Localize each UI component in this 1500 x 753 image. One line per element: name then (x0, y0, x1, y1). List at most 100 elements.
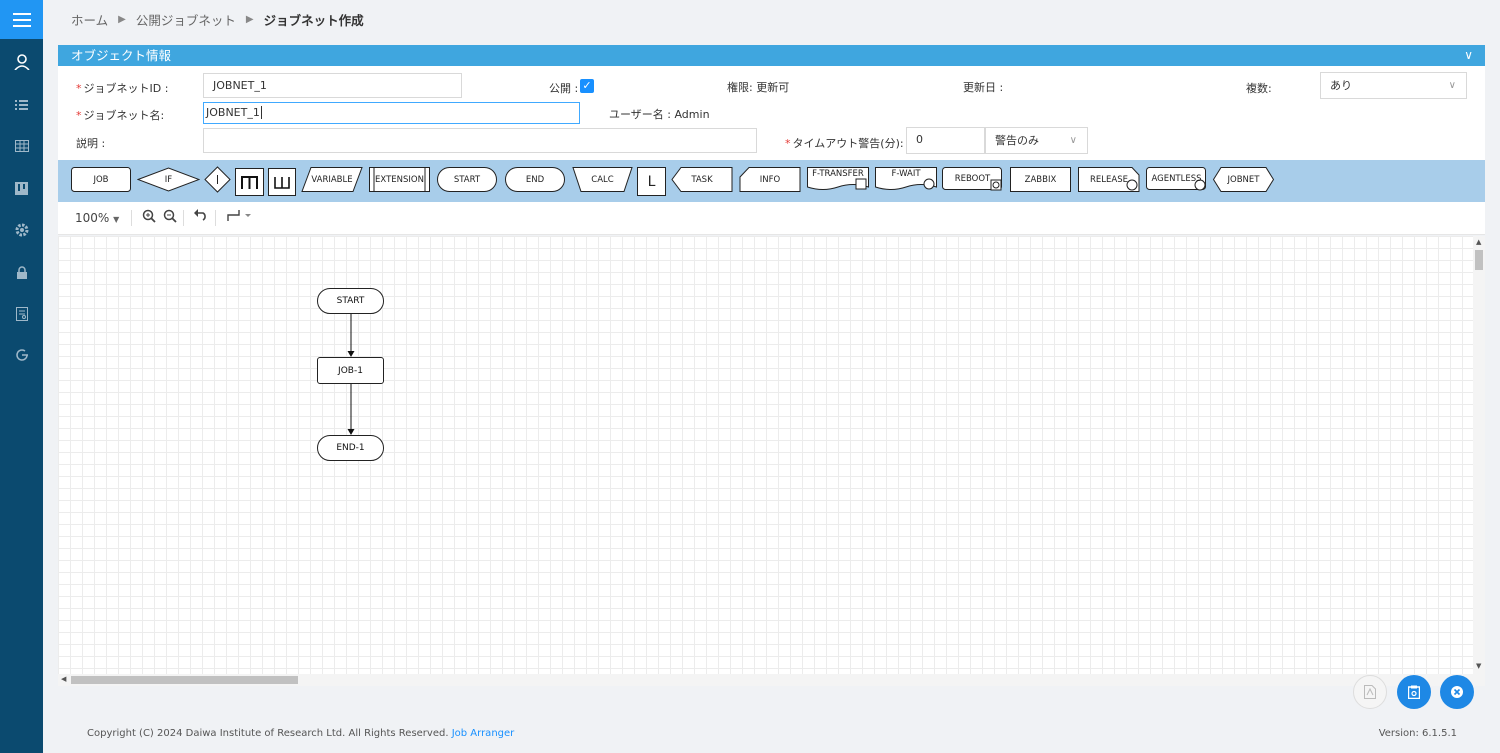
zoom-value: 100% (75, 211, 110, 225)
breadcrumb-home[interactable]: ホーム (71, 10, 108, 29)
save-button[interactable] (1397, 675, 1431, 709)
multiple-label: 複数: (1246, 82, 1272, 95)
tool-variable-label: VARIABLE (311, 174, 353, 185)
tool-reboot[interactable]: REBOOT (942, 167, 1003, 192)
scroll-left-icon[interactable]: ◀ (61, 675, 66, 683)
tool-jobnet[interactable]: JOBNET (1213, 167, 1274, 192)
list-icon[interactable] (0, 93, 43, 117)
table-icon[interactable] (0, 134, 43, 158)
report-icon[interactable] (0, 302, 43, 326)
breadcrumb-public-jobnet[interactable]: 公開ジョブネット (136, 10, 236, 29)
tool-loop[interactable] (204, 166, 231, 193)
tool-f-wait-label: F-WAIT (891, 169, 921, 179)
logout-icon[interactable] (0, 343, 43, 367)
menu-toggle-button[interactable] (0, 0, 43, 39)
export-pdf-button[interactable] (1353, 675, 1387, 709)
zoom-select[interactable]: 100% ▼ (75, 211, 119, 225)
tool-info[interactable]: INFO (739, 167, 801, 192)
collapse-chevron-icon[interactable]: ∨ (1464, 45, 1473, 66)
jobnet-id-field[interactable]: JOBNET_1 (203, 73, 462, 98)
username-text: ユーザー名 : Admin (609, 108, 710, 121)
timeout-mode-select[interactable]: 警告のみ ∨ (985, 127, 1088, 154)
hamburger-icon (12, 12, 31, 27)
tool-l[interactable]: L (637, 167, 666, 196)
flow-node-start[interactable]: START (317, 288, 384, 314)
tool-calc[interactable]: CALC (572, 167, 633, 192)
tool-if[interactable]: IF (137, 167, 200, 192)
toolbar-divider (183, 210, 184, 226)
close-circle-icon (1451, 686, 1463, 698)
scroll-down-icon[interactable]: ▼ (1476, 662, 1481, 670)
description-label: 説明 : (76, 137, 106, 150)
zoom-in-icon[interactable] (142, 209, 156, 226)
settings-gear-icon[interactable] (0, 218, 43, 242)
lock-icon[interactable] (0, 260, 43, 284)
jobnet-name-field[interactable]: JOBNET_1 (203, 102, 580, 124)
board-icon[interactable] (0, 176, 43, 200)
timeout-label: * タイムアウト警告(分): (785, 137, 904, 150)
user-icon[interactable] (0, 50, 43, 74)
tool-f-wait[interactable]: F-WAIT (875, 167, 937, 192)
tool-reboot-label: REBOOT (954, 173, 991, 184)
breadcrumb-current: ジョブネット作成 (263, 13, 364, 28)
tool-agentless-label: AGENTLESS (1151, 173, 1202, 184)
flow-canvas[interactable]: START JOB-1 END-1 (58, 236, 1473, 674)
vertical-scroll-thumb[interactable] (1475, 250, 1483, 270)
chevron-down-icon: ∨ (1448, 80, 1456, 91)
tool-end[interactable]: END (505, 167, 565, 192)
jobnet-id-label: * ジョブネットID : (76, 82, 169, 95)
horizontal-scroll-thumb[interactable] (71, 676, 298, 684)
text-cursor (260, 106, 262, 119)
toolbar-divider (131, 210, 132, 226)
tool-job[interactable]: JOB (71, 167, 131, 192)
flow-node-job[interactable]: JOB-1 (317, 357, 384, 384)
tool-task[interactable]: TASK (671, 167, 733, 192)
tool-merge-w[interactable] (268, 168, 296, 196)
scroll-up-icon[interactable]: ▲ (1476, 238, 1481, 246)
tool-zabbix[interactable]: ZABBIX (1010, 167, 1071, 192)
tool-release[interactable]: RELEASE (1078, 167, 1140, 192)
tool-f-transfer-label: F-TRANSFER (812, 169, 864, 179)
authority-text: 権限: 更新可 (727, 81, 790, 94)
public-checkbox[interactable]: ✓ (580, 79, 594, 93)
pdf-file-icon (1364, 685, 1376, 699)
sidebar (0, 0, 43, 753)
tool-task-label: TASK (691, 174, 713, 185)
toolbar-divider (215, 210, 216, 226)
tool-end-label: END (525, 174, 545, 185)
multiple-select-value: あり (1330, 79, 1352, 92)
job-arranger-link[interactable]: Job Arranger (452, 728, 515, 739)
timeout-mode-value: 警告のみ (995, 134, 1039, 147)
panel-header[interactable]: オブジェクト情報 ∨ (58, 45, 1485, 66)
tool-l-label: L (647, 173, 656, 190)
jobnet-name-value: JOBNET_1 (206, 106, 260, 119)
multiple-select[interactable]: あり ∨ (1320, 72, 1467, 99)
horizontal-scrollbar[interactable]: ◀ (58, 674, 1485, 686)
tool-release-label: RELEASE (1090, 174, 1128, 185)
flow-node-end-label: END-1 (336, 443, 365, 453)
timeout-input[interactable]: 0 (906, 127, 985, 154)
description-field[interactable] (203, 128, 757, 153)
tool-variable[interactable]: VARIABLE (301, 167, 363, 192)
tool-agentless[interactable]: AGENTLESS (1146, 167, 1207, 192)
edit-toolbar: 100% ▼ (58, 202, 1485, 235)
zoom-out-icon[interactable] (163, 209, 177, 226)
breadcrumb-arrow-icon: ▶ (245, 14, 254, 25)
chevron-down-icon: ∨ (1069, 135, 1077, 146)
flow-node-end[interactable]: END-1 (317, 435, 384, 461)
tool-zabbix-label: ZABBIX (1024, 174, 1057, 185)
tool-jobnet-label: JOBNET (1227, 174, 1260, 185)
tool-start[interactable]: START (437, 167, 497, 192)
footer: Copyright (C) 2024 Daiwa Institute of Re… (43, 717, 1500, 753)
flow-connectors (347, 314, 355, 435)
tool-f-transfer[interactable]: F-TRANSFER (807, 167, 869, 192)
tool-calc-label: CALC (591, 174, 614, 185)
cancel-button[interactable] (1440, 675, 1474, 709)
tool-merge-e[interactable] (235, 168, 264, 196)
undo-icon[interactable] (194, 209, 208, 224)
tool-extension[interactable]: EXTENSION (369, 167, 430, 192)
copyright-label: Copyright (C) 2024 Daiwa Institute of Re… (87, 728, 449, 739)
connector-style-icon[interactable] (227, 209, 253, 226)
breadcrumb: ホーム ▶ 公開ジョブネット ▶ ジョブネット作成 (71, 10, 364, 29)
vertical-scrollbar[interactable]: ▲ ▼ (1473, 236, 1485, 674)
